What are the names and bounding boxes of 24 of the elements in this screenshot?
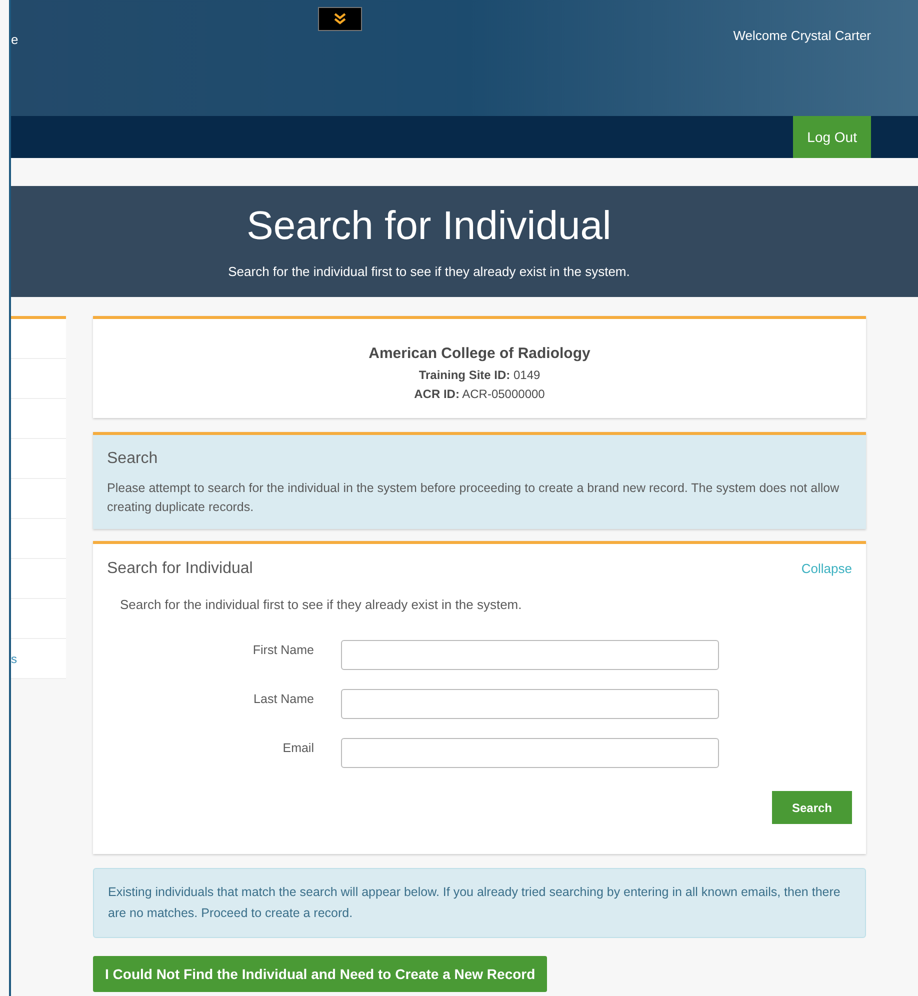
info-text: Please attempt to search for the individual in the system before proceeding to create a brand new record. The system does not allow creating duplicate records. <box>107 480 840 516</box>
organization-name: American College of Radiology <box>368 344 590 364</box>
header-text: e <box>11 31 18 49</box>
page-title: Search for Individual <box>246 203 612 250</box>
panel-title: Search for Individual <box>107 558 253 578</box>
field-label: First Name <box>252 642 315 659</box>
input-field[interactable] <box>341 689 719 719</box>
panel-title: Search <box>107 448 159 468</box>
field-label: Last Name <box>252 691 315 708</box>
page-subtitle: Search for the individual first to see if they already exist in the system. <box>228 263 630 281</box>
field-label: Email <box>282 740 315 757</box>
organization-detail: Training Site ID: 0149 <box>418 366 540 384</box>
create-record-button[interactable]: I Could Not Find the Individual and Need to Create a New Record <box>93 956 548 992</box>
intro-text: Search for the individual first to see if they already exist in the system. <box>120 596 523 614</box>
input-field[interactable] <box>341 640 719 670</box>
collapse-link[interactable]: Collapse <box>801 558 852 578</box>
results-note: Existing individuals that match the search will appear below. If you already tried searching by entering in all known emails, then there are no matches. Proceed to create a record. <box>93 868 866 938</box>
toggle-button[interactable] <box>318 7 362 31</box>
input-field[interactable] <box>341 738 719 768</box>
search-button[interactable]: Search <box>772 791 852 824</box>
welcome-text: Welcome Crystal Carter <box>733 27 871 45</box>
chevron-down-icon <box>333 12 347 26</box>
organization-detail: ACR ID: ACR-05000000 <box>414 386 545 402</box>
logout-button[interactable]: Log Out <box>793 116 871 158</box>
